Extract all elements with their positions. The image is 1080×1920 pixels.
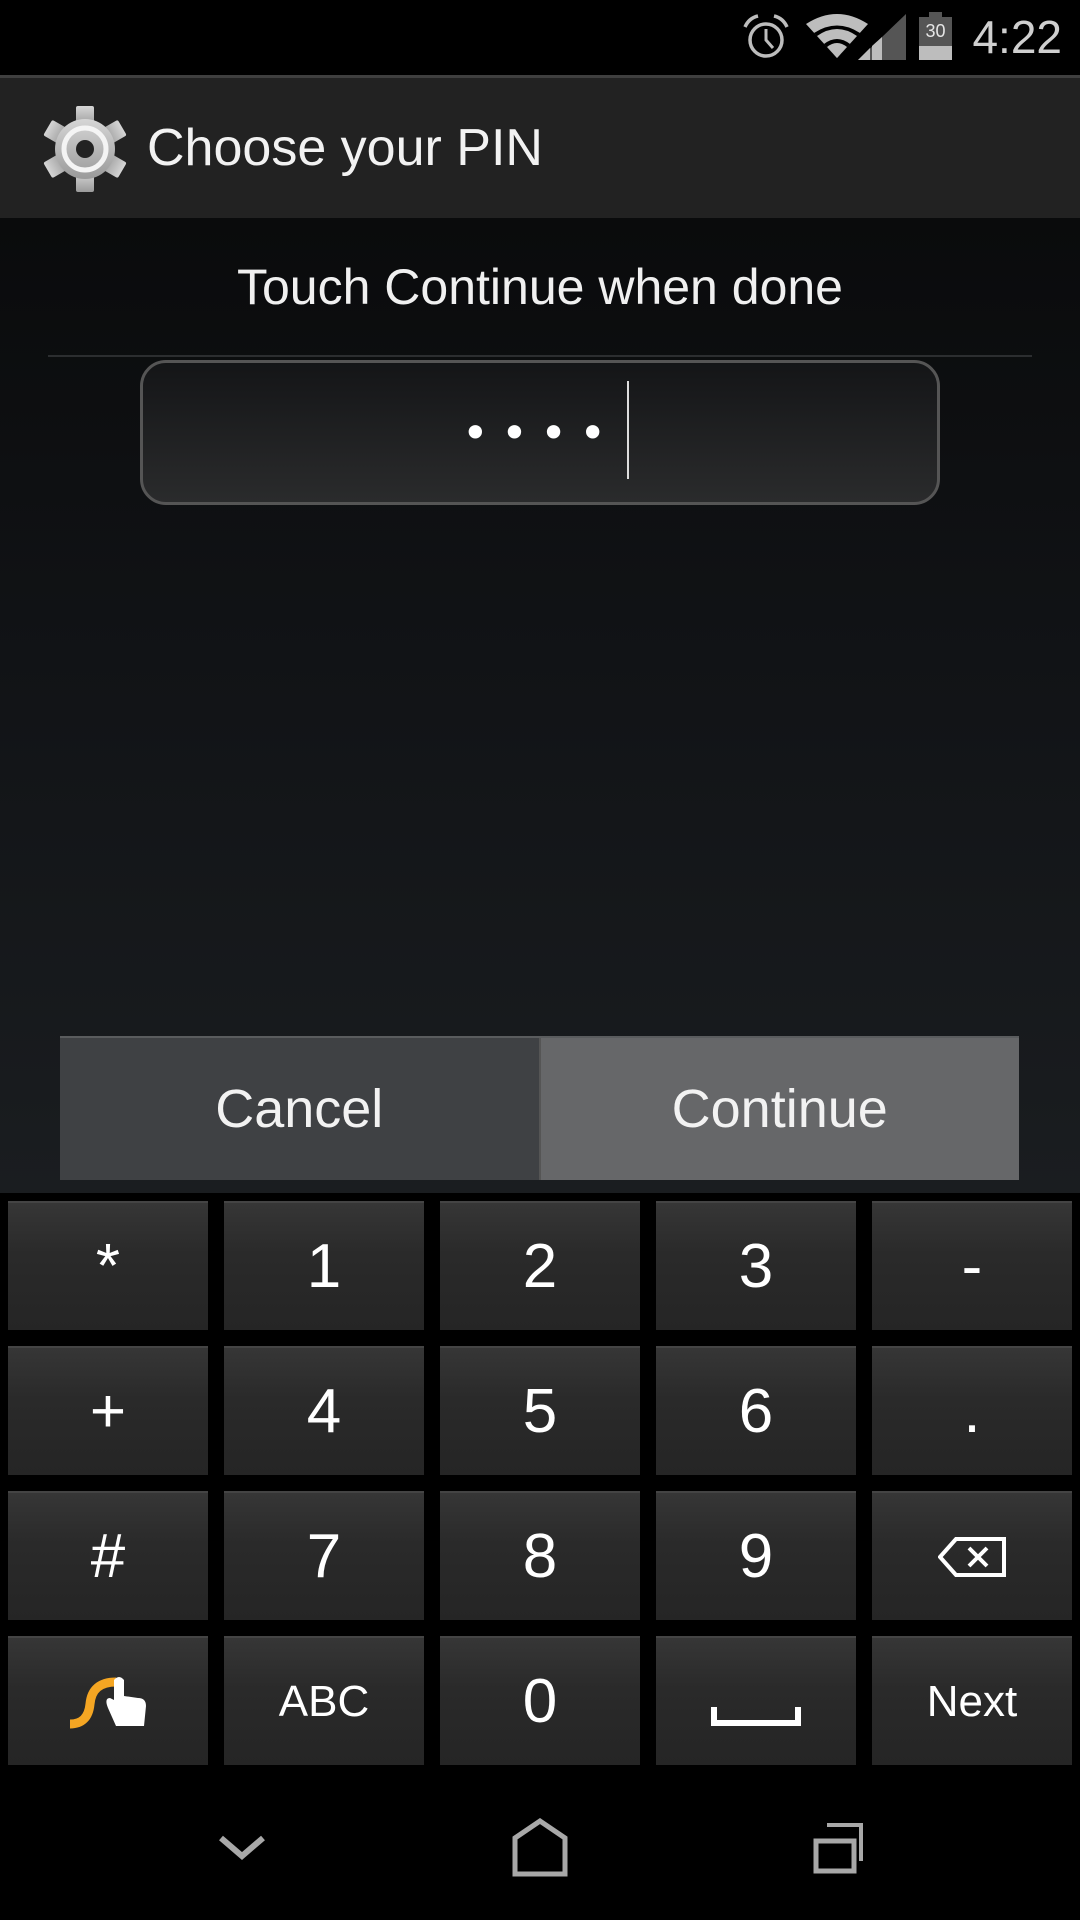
backspace-icon <box>938 1536 1006 1577</box>
pin-masked-value: •••• <box>461 406 619 460</box>
key-hash[interactable]: # <box>8 1491 208 1620</box>
cell-signal-icon <box>858 14 906 60</box>
key-space[interactable] <box>656 1636 856 1765</box>
recent-apps-button[interactable] <box>740 1776 940 1920</box>
key-4[interactable]: 4 <box>224 1346 424 1475</box>
key-1[interactable]: 1 <box>224 1201 424 1330</box>
key-star[interactable]: * <box>8 1201 208 1330</box>
back-button[interactable] <box>142 1776 342 1920</box>
key-swype[interactable] <box>8 1636 208 1765</box>
key-9[interactable]: 9 <box>656 1491 856 1620</box>
recent-apps-icon <box>813 1823 863 1874</box>
page-title: Choose your PIN <box>147 119 543 177</box>
divider <box>48 355 1032 357</box>
dialog-buttons: Cancel Continue <box>60 1036 1019 1180</box>
instruction-text: Touch Continue when done <box>236 259 843 315</box>
swype-icon <box>69 1676 146 1728</box>
battery-level: 30 <box>925 21 946 41</box>
settings-gear-icon <box>43 106 127 192</box>
status-bar: 30 4:22 <box>0 0 1080 75</box>
space-icon <box>711 1706 801 1726</box>
key-period[interactable]: . <box>872 1346 1072 1475</box>
key-0[interactable]: 0 <box>440 1636 640 1765</box>
alarm-icon <box>743 14 789 58</box>
numeric-keyboard: * 1 2 3 - + 4 5 6 . # 7 8 9 ABC 0 Next <box>0 1193 1080 1776</box>
key-3[interactable]: 3 <box>656 1201 856 1330</box>
action-bar: Choose your PIN <box>0 75 1080 218</box>
pin-input[interactable]: •••• <box>140 360 940 505</box>
key-backspace[interactable] <box>872 1491 1072 1620</box>
home-button[interactable] <box>440 1776 640 1920</box>
clock: 4:22 <box>972 11 1062 63</box>
key-2[interactable]: 2 <box>440 1201 640 1330</box>
key-6[interactable]: 6 <box>656 1346 856 1475</box>
key-8[interactable]: 8 <box>440 1491 640 1620</box>
cancel-button[interactable]: Cancel <box>60 1038 539 1180</box>
text-cursor <box>627 381 629 479</box>
key-plus[interactable]: + <box>8 1346 208 1475</box>
key-minus[interactable]: - <box>872 1201 1072 1330</box>
key-next[interactable]: Next <box>872 1636 1072 1765</box>
pin-entry-panel: Touch Continue when done •••• Cancel Con… <box>0 218 1080 1193</box>
key-5[interactable]: 5 <box>440 1346 640 1475</box>
key-abc[interactable]: ABC <box>224 1636 424 1765</box>
home-icon <box>512 1818 568 1877</box>
continue-button[interactable]: Continue <box>538 1038 1019 1180</box>
navigation-bar <box>0 1776 1080 1920</box>
key-7[interactable]: 7 <box>224 1491 424 1620</box>
back-icon <box>219 1835 265 1860</box>
